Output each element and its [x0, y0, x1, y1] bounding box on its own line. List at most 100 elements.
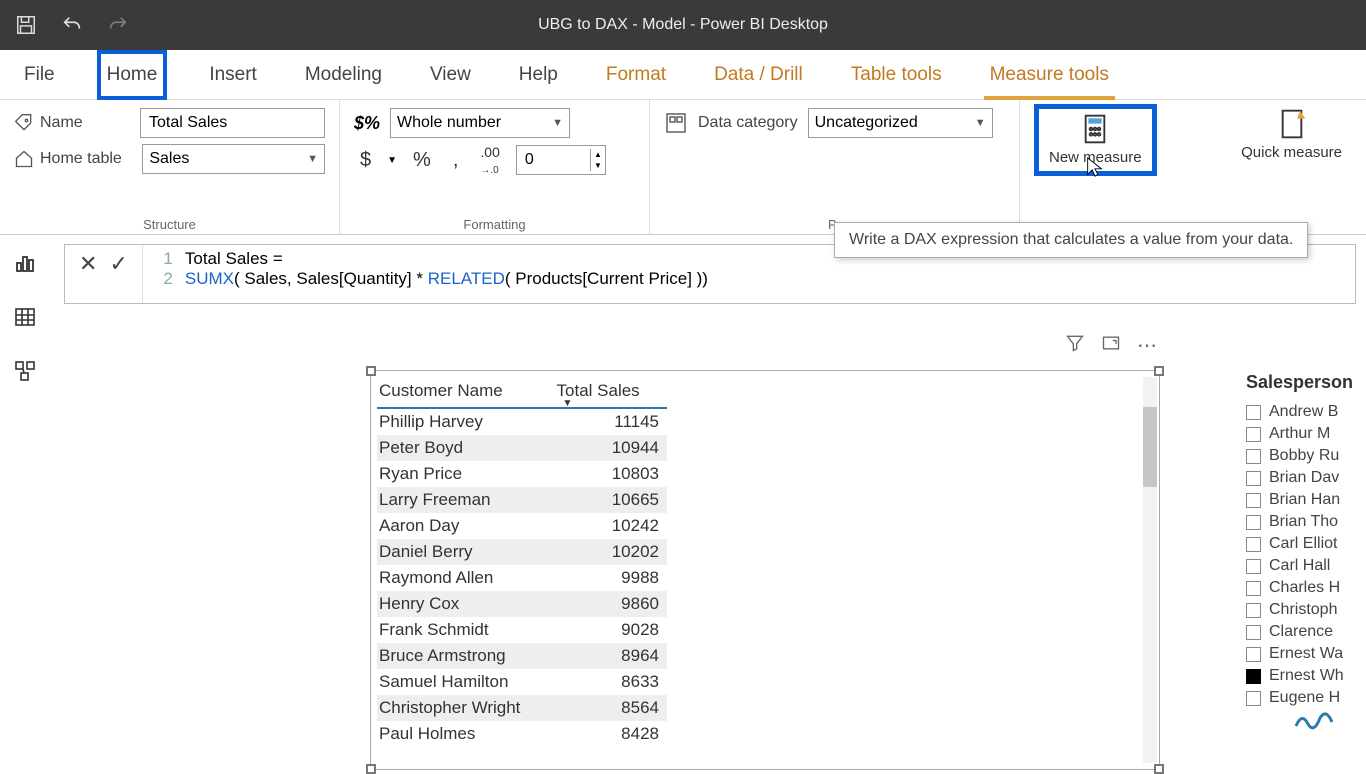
- checkbox-icon[interactable]: [1246, 427, 1261, 442]
- slicer-item[interactable]: Charles H: [1246, 577, 1366, 599]
- scrollbar[interactable]: [1143, 377, 1157, 763]
- save-icon[interactable]: [12, 11, 40, 39]
- table-row[interactable]: Paul Holmes8428: [377, 721, 667, 747]
- resize-handle[interactable]: [1154, 764, 1164, 774]
- currency-button[interactable]: $: [354, 149, 377, 172]
- redo-icon[interactable]: [104, 11, 132, 39]
- tab-insert[interactable]: Insert: [203, 54, 263, 96]
- more-options-icon[interactable]: ⋯: [1137, 333, 1157, 358]
- slicer-item[interactable]: Bobby Ru: [1246, 445, 1366, 467]
- resize-handle[interactable]: [366, 366, 376, 376]
- sort-desc-icon: ▼: [563, 398, 573, 409]
- slicer-item[interactable]: Brian Tho: [1246, 511, 1366, 533]
- table-row[interactable]: Samuel Hamilton8633: [377, 669, 667, 695]
- commit-formula-icon[interactable]: ✓: [109, 251, 127, 277]
- checkbox-icon[interactable]: [1246, 471, 1261, 486]
- scroll-thumb[interactable]: [1143, 407, 1157, 487]
- slicer-item[interactable]: Clarence: [1246, 621, 1366, 643]
- checkbox-icon[interactable]: [1246, 647, 1261, 662]
- resize-handle[interactable]: [366, 764, 376, 774]
- cancel-formula-icon[interactable]: ✕: [79, 251, 97, 277]
- undo-icon[interactable]: [58, 11, 86, 39]
- slicer-item[interactable]: Carl Hall: [1246, 555, 1366, 577]
- slicer-item[interactable]: Ernest Wa: [1246, 643, 1366, 665]
- tab-help[interactable]: Help: [513, 54, 564, 96]
- spin-down-icon[interactable]: ▼: [591, 160, 605, 171]
- table-row[interactable]: Christopher Wright8564: [377, 695, 667, 721]
- checkbox-icon[interactable]: [1246, 515, 1261, 530]
- resize-handle[interactable]: [1154, 366, 1164, 376]
- table-row[interactable]: Raymond Allen9988: [377, 565, 667, 591]
- checkbox-icon[interactable]: [1246, 493, 1261, 508]
- data-category-select[interactable]: Uncategorized▼: [808, 108, 993, 138]
- tab-modeling[interactable]: Modeling: [299, 54, 388, 96]
- model-view-icon[interactable]: [11, 357, 39, 385]
- slicer-item-label: Arthur M: [1269, 425, 1330, 443]
- checkbox-icon[interactable]: [1246, 603, 1261, 618]
- slicer-item-label: Brian Tho: [1269, 513, 1338, 531]
- format-select[interactable]: Whole number▼: [390, 108, 570, 138]
- checkbox-icon[interactable]: [1246, 691, 1261, 706]
- precision-button[interactable]: .00→.0: [474, 144, 505, 176]
- slicer-item[interactable]: Carl Elliot: [1246, 533, 1366, 555]
- cell-name: Peter Boyd: [379, 438, 559, 458]
- slicer-item[interactable]: Andrew B: [1246, 401, 1366, 423]
- home-table-select[interactable]: Sales▼: [142, 144, 325, 174]
- home-icon: [14, 149, 34, 169]
- slicer-item[interactable]: Brian Han: [1246, 489, 1366, 511]
- cell-name: Aaron Day: [379, 516, 559, 536]
- tab-view[interactable]: View: [424, 54, 477, 96]
- data-view-icon[interactable]: [11, 303, 39, 331]
- cell-value: 8633: [559, 672, 659, 692]
- table-row[interactable]: Phillip Harvey11145: [377, 409, 667, 435]
- slicer-item[interactable]: Arthur M: [1246, 423, 1366, 445]
- report-canvas[interactable]: ⋯ Customer Name Total Sales▼ Phillip Har…: [60, 320, 1366, 768]
- focus-mode-icon[interactable]: [1101, 333, 1121, 358]
- slicer-item[interactable]: Ernest Wh: [1246, 665, 1366, 687]
- comma-button[interactable]: ,: [447, 149, 465, 172]
- checkbox-icon[interactable]: [1246, 537, 1261, 552]
- table-row[interactable]: Aaron Day10242: [377, 513, 667, 539]
- data-category-label: Data category: [698, 114, 798, 132]
- table-row[interactable]: Larry Freeman10665: [377, 487, 667, 513]
- cell-value: 9860: [559, 594, 659, 614]
- table-row[interactable]: Henry Cox9860: [377, 591, 667, 617]
- filter-icon[interactable]: [1065, 333, 1085, 358]
- column-header[interactable]: Customer Name: [379, 381, 557, 401]
- slicer-item[interactable]: Christoph: [1246, 599, 1366, 621]
- cell-name: Samuel Hamilton: [379, 672, 559, 692]
- format-icon: $%: [354, 113, 380, 134]
- percent-button[interactable]: %: [407, 149, 437, 172]
- table-row[interactable]: Frank Schmidt9028: [377, 617, 667, 643]
- tab-table-tools[interactable]: Table tools: [845, 54, 948, 96]
- slicer-item[interactable]: Brian Dav: [1246, 467, 1366, 489]
- table-visual[interactable]: ⋯ Customer Name Total Sales▼ Phillip Har…: [370, 370, 1160, 770]
- quick-measure-button[interactable]: Quick measure: [1231, 104, 1352, 166]
- table-row[interactable]: Bruce Armstrong8964: [377, 643, 667, 669]
- spin-up-icon[interactable]: ▲: [591, 149, 605, 160]
- table-row[interactable]: Daniel Berry10202: [377, 539, 667, 565]
- table-row[interactable]: Peter Boyd10944: [377, 435, 667, 461]
- view-switcher: [0, 235, 50, 385]
- cell-name: Raymond Allen: [379, 568, 559, 588]
- tab-file[interactable]: File: [18, 54, 61, 96]
- checkbox-icon[interactable]: [1246, 405, 1261, 420]
- checkbox-icon[interactable]: [1246, 449, 1261, 464]
- table-row[interactable]: Ryan Price10803: [377, 461, 667, 487]
- tab-data-drill[interactable]: Data / Drill: [708, 54, 809, 96]
- tab-home[interactable]: Home: [97, 50, 168, 100]
- report-view-icon[interactable]: [11, 249, 39, 277]
- tab-format[interactable]: Format: [600, 54, 672, 96]
- column-header[interactable]: Total Sales▼: [557, 381, 665, 401]
- calculator-icon: [1079, 113, 1111, 145]
- cell-name: Larry Freeman: [379, 490, 559, 510]
- checkbox-icon[interactable]: [1246, 625, 1261, 640]
- tab-measure-tools[interactable]: Measure tools: [984, 54, 1115, 96]
- decimals-input[interactable]: 0 ▲▼: [516, 145, 606, 175]
- checkbox-icon[interactable]: [1246, 669, 1261, 684]
- cell-name: Christopher Wright: [379, 698, 559, 718]
- chevron-down-icon[interactable]: ▼: [387, 155, 397, 166]
- checkbox-icon[interactable]: [1246, 559, 1261, 574]
- measure-name-input[interactable]: [140, 108, 325, 138]
- checkbox-icon[interactable]: [1246, 581, 1261, 596]
